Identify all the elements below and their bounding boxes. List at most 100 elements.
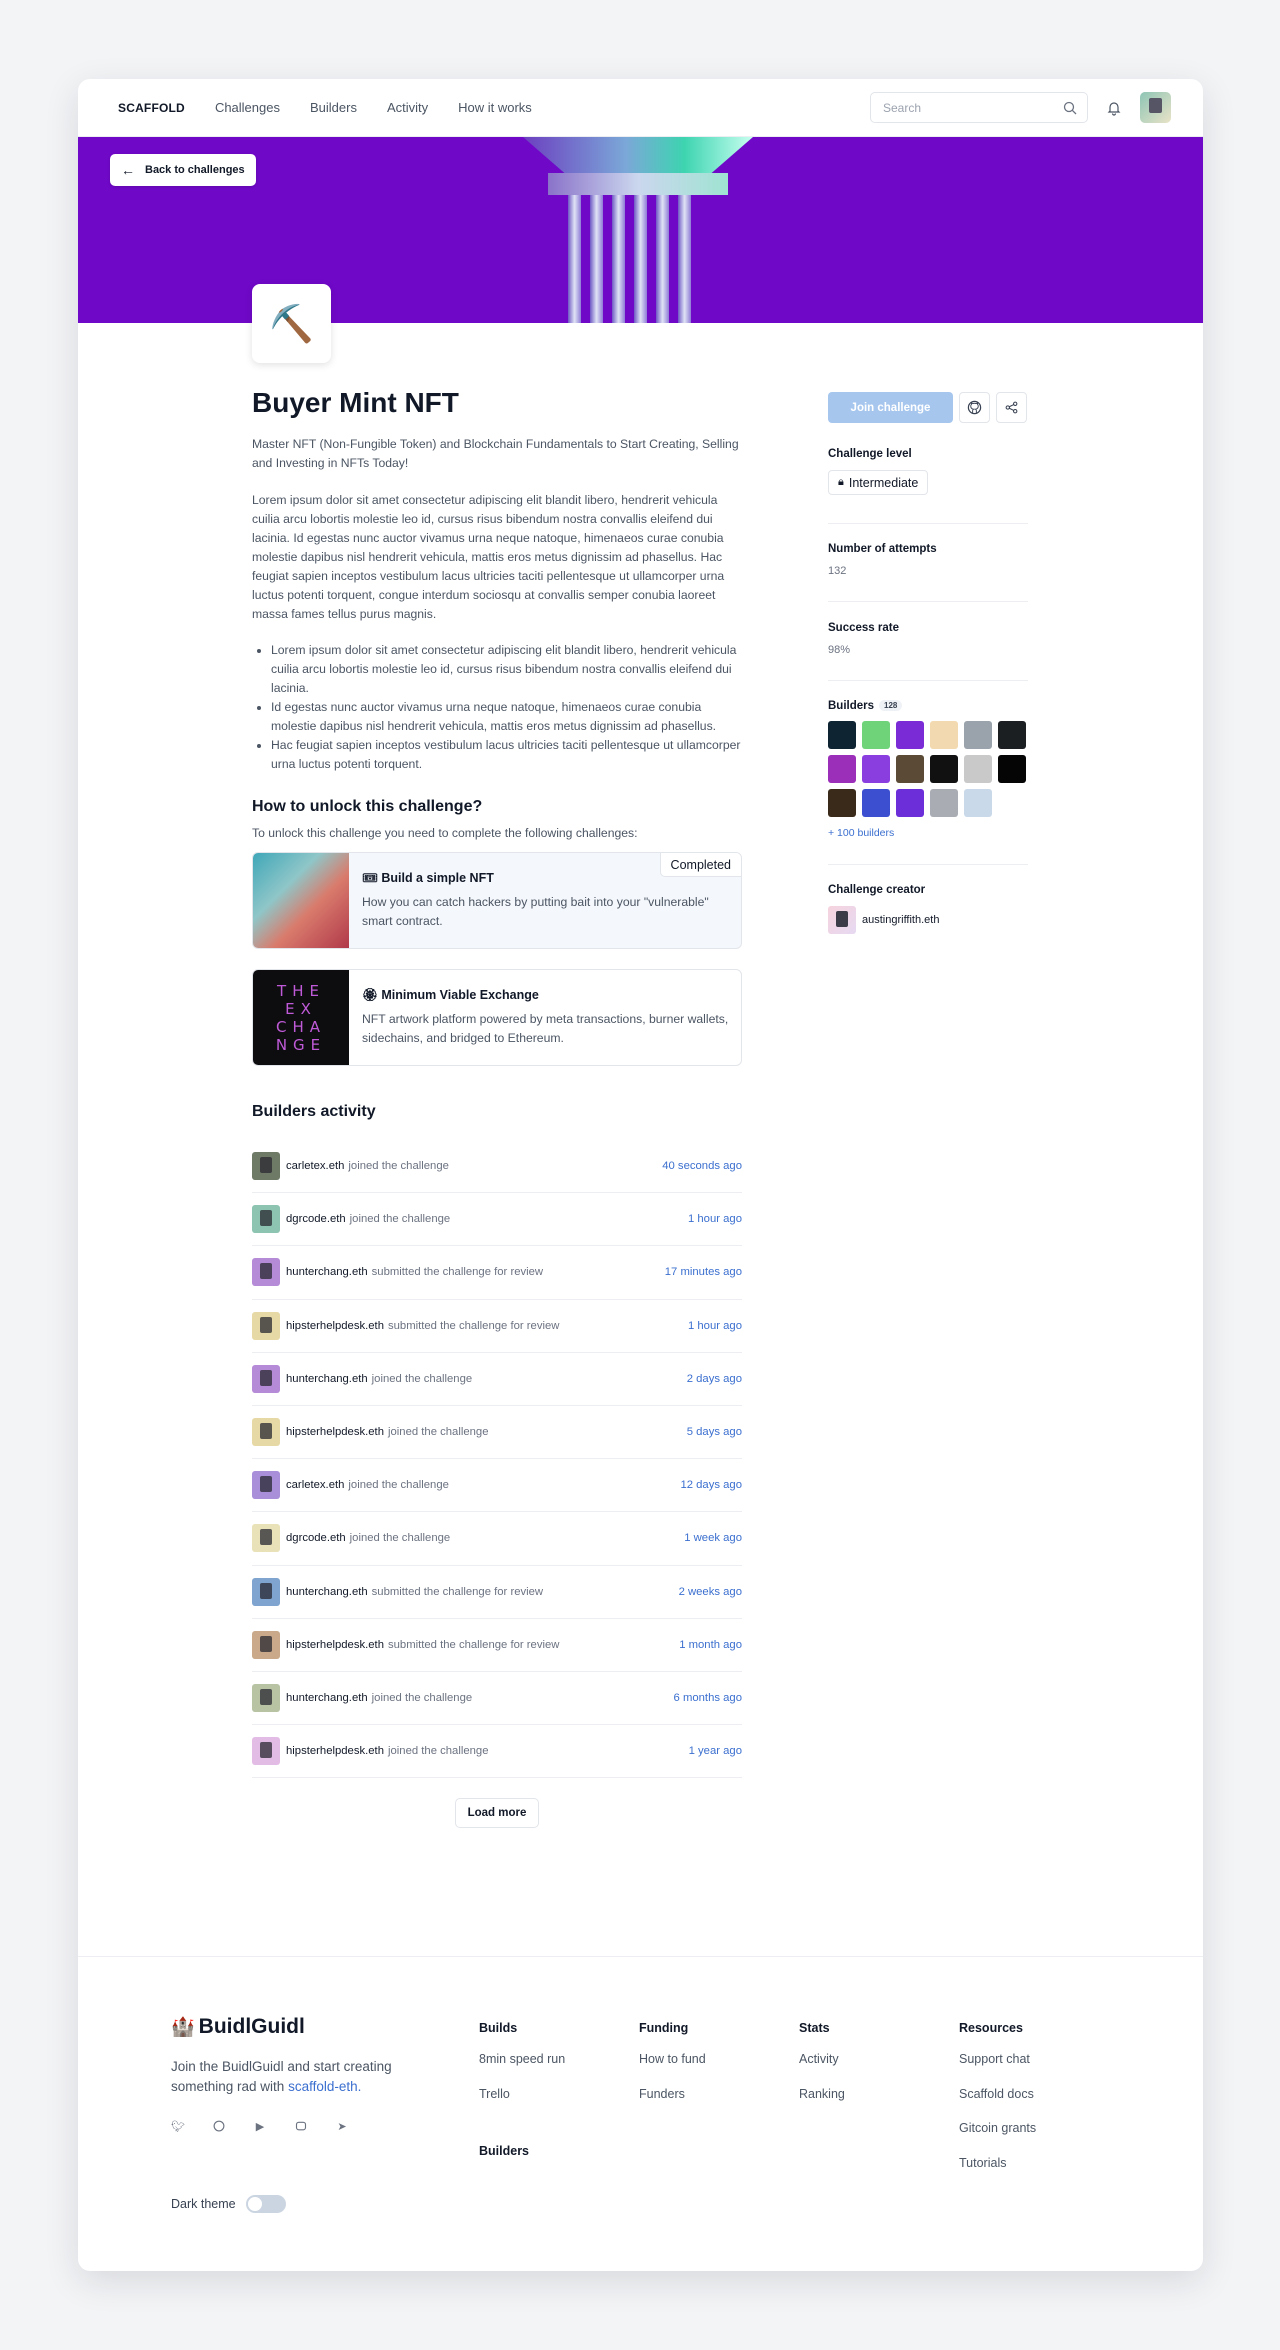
builder-avatar[interactable]: [862, 789, 890, 817]
builder-avatar[interactable]: [828, 789, 856, 817]
prereq-card-simple-nft[interactable]: 🎟 Build a simple NFT How you can catch h…: [252, 852, 742, 949]
activity-builder-name[interactable]: dgrcode.eth: [286, 1532, 346, 1544]
nav-link-challenges[interactable]: Challenges: [215, 100, 280, 115]
footer-col-resources: Resources Support chat Scaffold docs Git…: [959, 2021, 1036, 2190]
nav-link-activity[interactable]: Activity: [387, 100, 428, 115]
activity-builder-name[interactable]: hipsterhelpdesk.eth: [286, 1745, 384, 1757]
activity-builder-name[interactable]: hipsterhelpdesk.eth: [286, 1639, 384, 1651]
builder-avatar[interactable]: [896, 755, 924, 783]
builder-avatar[interactable]: [828, 721, 856, 749]
activity-builder-name[interactable]: hunterchang.eth: [286, 1373, 368, 1385]
nav-right: Search: [870, 92, 1171, 123]
builder-avatar[interactable]: [252, 1205, 280, 1234]
attempts-value: 132: [828, 565, 847, 577]
builder-avatar[interactable]: [862, 755, 890, 783]
telegram-icon[interactable]: ➤: [335, 2119, 349, 2133]
footer-link[interactable]: Support chat: [959, 2052, 1036, 2087]
builder-avatar[interactable]: [998, 721, 1026, 749]
dark-theme-toggle[interactable]: [245, 2195, 286, 2213]
builder-avatar[interactable]: [828, 755, 856, 783]
activity-builder-name[interactable]: dgrcode.eth: [286, 1213, 346, 1225]
banner-pillar-cap: [548, 173, 728, 195]
activity-time: 12 days ago: [680, 1479, 742, 1492]
footer-link[interactable]: Activity: [799, 2052, 845, 2087]
bullet-item: Id egestas nunc auctor vivamus urna nequ…: [271, 698, 742, 736]
builder-avatar[interactable]: [964, 755, 992, 783]
builder-avatar[interactable]: [930, 789, 958, 817]
builder-avatar[interactable]: [252, 1364, 280, 1393]
builders-label: Builders 128: [828, 700, 1028, 712]
user-avatar[interactable]: [1140, 92, 1171, 123]
builder-avatar[interactable]: [252, 1630, 280, 1659]
activity-builder-name[interactable]: hipsterhelpdesk.eth: [286, 1320, 384, 1332]
builder-avatar[interactable]: [930, 721, 958, 749]
builder-avatar[interactable]: [964, 721, 992, 749]
builder-avatar[interactable]: [252, 1737, 280, 1766]
creator-label: Challenge creator: [828, 884, 926, 896]
youtube-icon[interactable]: ▶: [253, 2119, 267, 2133]
twitter-icon[interactable]: 🐦︎: [171, 2119, 185, 2133]
prereq-card-minimum-viable-exchange[interactable]: THE EX CHA NGE 🏵 Minimum Viable Exchange…: [252, 969, 742, 1066]
banner-pillar-column: [568, 195, 581, 323]
footer-link[interactable]: Scaffold docs: [959, 2087, 1036, 2122]
castle-icon: 🏰: [171, 2016, 195, 2038]
builder-avatar[interactable]: [252, 1683, 280, 1712]
footer-link[interactable]: Funders: [639, 2087, 706, 2122]
activity-action: joined the challenge: [387, 1426, 489, 1439]
github-button[interactable]: [959, 392, 990, 423]
footer-link[interactable]: Ranking: [799, 2087, 845, 2122]
creator-section: Challenge creator austingriffith.eth: [828, 865, 1028, 934]
scaffold-logo[interactable]: SCAFFOLD: [118, 101, 185, 115]
activity-row: hunterchang.eth joined the challenge 2 day…: [252, 1353, 742, 1406]
activity-row: hunterchang.eth submitted the challenge f…: [252, 1566, 742, 1619]
activity-action: joined the challenge: [387, 1745, 489, 1758]
builder-avatar[interactable]: [930, 755, 958, 783]
activity-builder-name[interactable]: hipsterhelpdesk.eth: [286, 1426, 384, 1438]
load-more-button[interactable]: Load more: [454, 1798, 540, 1829]
nav-link-how-it-works[interactable]: How it works: [458, 100, 532, 115]
footer-link[interactable]: Trello: [479, 2087, 565, 2122]
join-challenge-button[interactable]: Join challenge: [828, 392, 953, 423]
bell-icon[interactable]: [1106, 100, 1122, 116]
arrow-left-icon: ←: [121, 162, 135, 178]
prereq-card-desc: NFT artwork platform powered by meta tra…: [362, 1012, 729, 1045]
back-to-challenges-button[interactable]: ← Back to challenges: [110, 154, 256, 186]
activity-builder-name[interactable]: carletex.eth: [286, 1160, 344, 1172]
builder-avatar[interactable]: [252, 1524, 280, 1553]
creator-link[interactable]: austingriffith.eth: [828, 906, 1028, 934]
builder-avatar[interactable]: [252, 1577, 280, 1606]
activity-builder-name[interactable]: hunterchang.eth: [286, 1586, 368, 1598]
banner-pillar-art: [523, 137, 753, 177]
github-icon[interactable]: [212, 2119, 226, 2133]
challenge-bullets: Lorem ipsum dolor sit amet consectetur a…: [252, 641, 742, 774]
footer-link[interactable]: Gitcoin grants: [959, 2121, 1036, 2156]
challenge-level-section: Challenge level 🔒︎ Intermediate: [828, 448, 1028, 524]
builder-avatar[interactable]: [252, 1471, 280, 1500]
builder-avatar[interactable]: [896, 721, 924, 749]
footer-brand[interactable]: 🏰 BuidlGuidl: [171, 2015, 305, 2039]
activity-builder-name[interactable]: carletex.eth: [286, 1479, 344, 1491]
activity-action: joined the challenge: [371, 1691, 473, 1704]
builder-avatar[interactable]: [862, 721, 890, 749]
scaffold-eth-link[interactable]: scaffold-eth.: [288, 2079, 361, 2094]
discord-icon[interactable]: [294, 2119, 308, 2133]
more-builders-link[interactable]: + 100 builders: [828, 827, 1028, 839]
builder-avatar[interactable]: [252, 1258, 280, 1287]
footer-link[interactable]: How to fund: [639, 2052, 706, 2087]
search-icon: [1063, 101, 1077, 114]
banner-pillar-column: [656, 195, 669, 323]
share-button[interactable]: [996, 392, 1027, 423]
footer-link[interactable]: 8min speed run: [479, 2052, 565, 2087]
search-input[interactable]: Search: [870, 92, 1088, 123]
nav-link-builders[interactable]: Builders: [310, 100, 357, 115]
builder-avatar[interactable]: [998, 755, 1026, 783]
builder-avatar[interactable]: [964, 789, 992, 817]
builder-avatar[interactable]: [252, 1418, 280, 1447]
attempts-label: Number of attempts: [828, 543, 937, 555]
activity-builder-name[interactable]: hunterchang.eth: [286, 1692, 368, 1704]
footer-link[interactable]: Tutorials: [959, 2156, 1036, 2191]
builder-avatar[interactable]: [252, 1152, 280, 1181]
activity-builder-name[interactable]: hunterchang.eth: [286, 1266, 368, 1278]
builder-avatar[interactable]: [252, 1311, 280, 1340]
builder-avatar[interactable]: [896, 789, 924, 817]
